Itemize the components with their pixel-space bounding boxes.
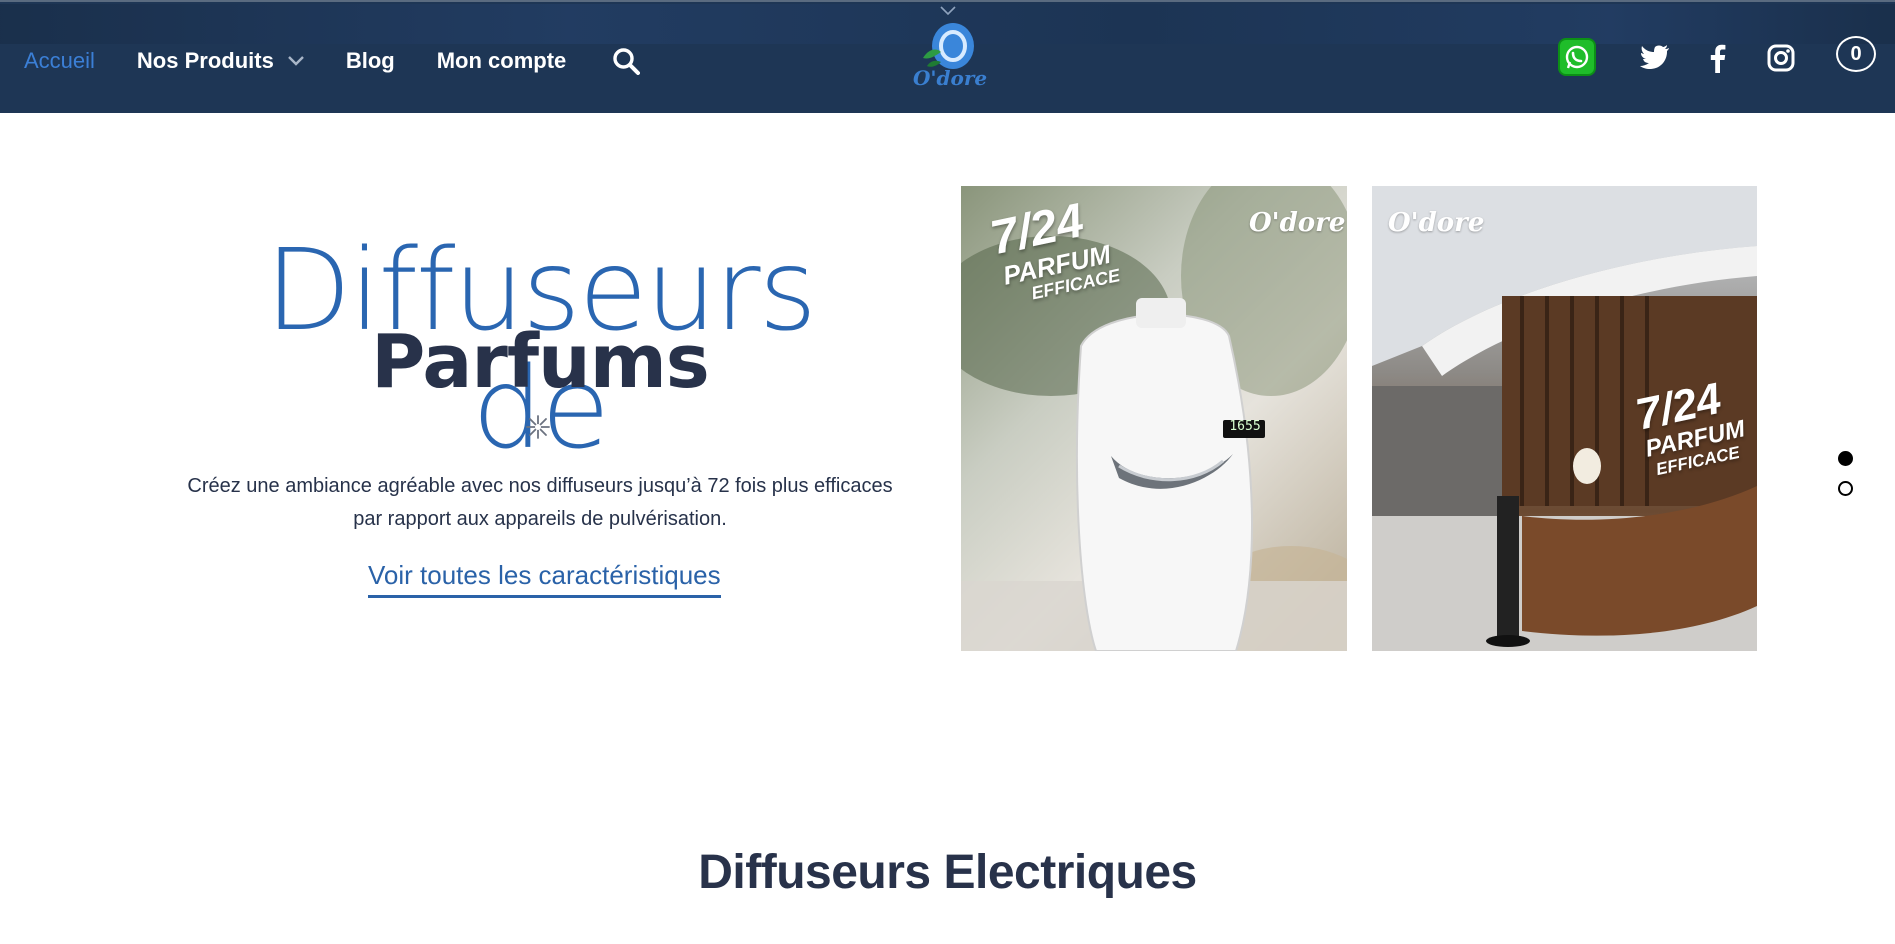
nav-item-products[interactable]: Nos Produits [137, 48, 304, 74]
carousel-slide-lobby[interactable]: O'dore 7/24 PARFUM EFFICACE [1372, 186, 1757, 651]
slide-brand-logo: O'dore [1249, 208, 1346, 238]
twitter-icon[interactable] [1640, 43, 1670, 73]
main-nav: Accueil Nos Produits Blog Mon compte [24, 44, 641, 78]
device-display-value: 1655 [1229, 419, 1261, 434]
nav-item-account[interactable]: Mon compte [437, 48, 567, 74]
carousel-slide-product[interactable]: 7/24 PARFUM EFFICACE O'dore 1655 [961, 186, 1347, 651]
facebook-icon[interactable] [1706, 43, 1730, 73]
whatsapp-icon[interactable] [1558, 38, 1596, 76]
caret-down-icon[interactable] [940, 6, 956, 16]
slide-brand-logo: O'dore [1388, 208, 1485, 238]
nav-item-home[interactable]: Accueil [24, 48, 95, 74]
hero-description: Créez une ambiance agréable avec nos dif… [180, 470, 900, 536]
hero-description-line: Créez une ambiance agréable avec nos dif… [187, 475, 893, 497]
site-logo[interactable]: O'dore [913, 20, 988, 96]
cart-count: 0 [1850, 42, 1862, 65]
carousel-dot-active[interactable] [1838, 451, 1853, 466]
logo-text: O'dore [913, 66, 988, 90]
cart-button[interactable]: 0 [1836, 36, 1876, 72]
carousel-dot[interactable] [1838, 481, 1853, 496]
chevron-down-icon [287, 56, 304, 66]
logo-mark-icon [923, 23, 974, 69]
see-all-features-link[interactable]: Voir toutes les caractéristiques [368, 560, 721, 598]
hero-description-line: par rapport aux appareils de pulvérisati… [353, 508, 727, 530]
hero-subtitle: Parfums [371, 319, 710, 405]
nav-item-products-label: Nos Produits [136, 48, 274, 73]
search-icon[interactable] [612, 47, 641, 75]
section-title: Diffuseurs Electriques [698, 846, 1197, 899]
site-header: Accueil Nos Produits Blog Mon compte O'd… [0, 0, 1895, 113]
nav-item-blog[interactable]: Blog [346, 48, 395, 74]
sparkle-icon [526, 415, 550, 439]
instagram-icon[interactable] [1766, 43, 1796, 73]
